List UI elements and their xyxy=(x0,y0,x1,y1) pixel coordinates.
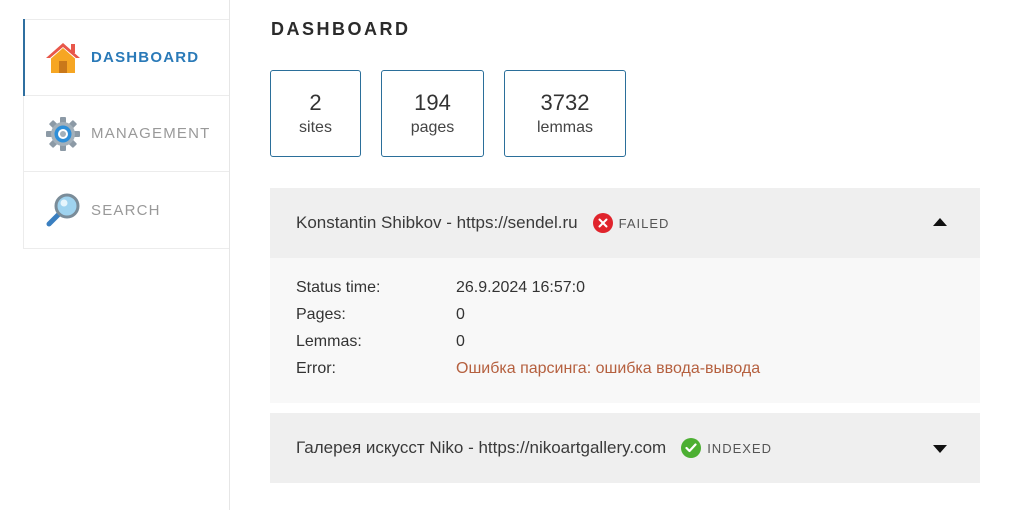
sidebar-item-management[interactable]: MANAGEMENT xyxy=(24,96,229,172)
sidebar-divider xyxy=(229,0,230,510)
stat-card-sites: 2 sites xyxy=(270,70,361,157)
chevron-down-icon[interactable] xyxy=(933,445,947,453)
status-label: INDEXED xyxy=(707,440,772,456)
stat-value: 2 xyxy=(309,89,322,115)
site-name: Konstantin Shibkov - https://sendel.ru xyxy=(296,213,578,232)
sidebar-item-search[interactable]: SEARCH xyxy=(24,172,229,248)
sidebar-item-label: DASHBOARD xyxy=(91,49,200,66)
stat-label: lemmas xyxy=(536,118,593,136)
detail-row: Pages: 0 xyxy=(296,301,954,328)
detail-key: Pages: xyxy=(296,305,346,323)
stat-label: sites xyxy=(299,118,332,136)
app-root: DASHBOARD MANAGEMENT SEARCH DASHBOARD 2 … xyxy=(0,0,1030,510)
failed-icon xyxy=(592,213,613,233)
sidebar: DASHBOARD MANAGEMENT SEARCH xyxy=(23,19,230,249)
detail-row: Lemmas: 0 xyxy=(296,328,954,355)
site-name: Галерея искусст Niko - https://nikoartga… xyxy=(296,438,667,457)
detail-key: Error: xyxy=(296,359,336,377)
stat-value: 194 xyxy=(414,89,451,115)
status-badge: INDEXED xyxy=(681,438,772,458)
stat-label: pages xyxy=(410,118,455,136)
detail-value: 0 xyxy=(456,332,465,350)
site-item: Галерея искусст Niko - https://nikoartga… xyxy=(270,413,980,483)
detail-row: Status time: 26.9.2024 16:57:0 xyxy=(296,274,954,301)
chevron-up-icon[interactable] xyxy=(933,218,947,226)
detail-key: Status time: xyxy=(296,278,381,296)
gear-icon xyxy=(44,115,82,153)
home-icon xyxy=(44,39,82,77)
detail-value: 26.9.2024 16:57:0 xyxy=(456,278,586,296)
sidebar-item-dashboard[interactable]: DASHBOARD xyxy=(23,19,229,96)
check-icon xyxy=(681,438,702,458)
site-header-toggle[interactable]: Konstantin Shibkov - https://sendel.ru F… xyxy=(270,188,980,258)
stat-card-lemmas: 3732 lemmas xyxy=(504,70,626,157)
detail-key: Lemmas: xyxy=(296,332,362,350)
detail-row: Error: Ошибка парсинга: ошибка ввода-выв… xyxy=(296,355,954,382)
error-message: Ошибка парсинга: ошибка ввода-вывода xyxy=(456,359,761,377)
stat-value: 3732 xyxy=(540,89,590,115)
status-badge: FAILED xyxy=(592,213,670,233)
page-title: DASHBOARD xyxy=(271,19,411,39)
site-header-toggle[interactable]: Галерея искусст Niko - https://nikoartga… xyxy=(270,413,980,483)
site-item: Konstantin Shibkov - https://sendel.ru F… xyxy=(270,188,980,403)
magnifier-icon xyxy=(44,191,82,229)
site-details: Status time: 26.9.2024 16:57:0 Pages: 0 … xyxy=(270,258,980,403)
stat-card-pages: 194 pages xyxy=(381,70,484,157)
detail-value: 0 xyxy=(456,305,465,323)
sidebar-item-label: MANAGEMENT xyxy=(91,125,211,142)
sidebar-item-label: SEARCH xyxy=(91,201,161,219)
status-label: FAILED xyxy=(618,215,670,231)
